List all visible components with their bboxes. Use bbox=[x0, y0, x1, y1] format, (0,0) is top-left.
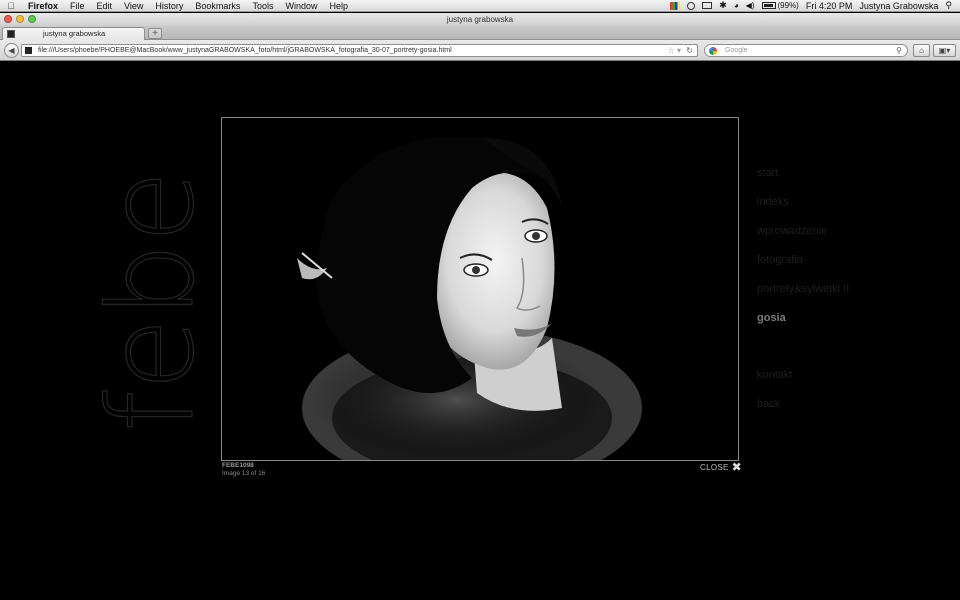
photo-caption: FEBE1098 Image 13 of 16 bbox=[222, 462, 265, 478]
bluetooth-icon[interactable]: ✱ bbox=[719, 0, 727, 11]
battery-status[interactable]: (99%) bbox=[761, 1, 799, 10]
image-counter: Image 13 of 16 bbox=[222, 470, 266, 477]
nav-portrety-sylwetki[interactable]: portrety&sylwetki II bbox=[757, 280, 849, 309]
close-icon: ✖ bbox=[731, 460, 742, 474]
url-bar[interactable]: file:///Users/phoebe/PHOEBE@MacBook/www_… bbox=[21, 44, 698, 57]
window-title: justyna grabowska bbox=[446, 15, 514, 24]
search-icon[interactable]: ⚲ bbox=[896, 45, 902, 56]
menu-view[interactable]: View bbox=[118, 0, 149, 12]
reload-icon[interactable]: ↻ bbox=[686, 45, 693, 56]
menu-edit[interactable]: Edit bbox=[91, 0, 119, 12]
febe-logo-text: febe bbox=[82, 172, 220, 432]
menu-help[interactable]: Help bbox=[323, 0, 354, 12]
lightbox-photo[interactable] bbox=[221, 117, 739, 461]
toolbar-menu-button[interactable]: ▣▾ bbox=[933, 44, 956, 57]
nav-start[interactable]: start bbox=[757, 164, 849, 193]
apple-menu-icon[interactable]:  bbox=[0, 1, 22, 11]
battery-icon bbox=[761, 2, 776, 9]
menu-file[interactable]: File bbox=[64, 0, 91, 12]
google-engine-icon[interactable] bbox=[709, 47, 717, 55]
menu-app-name[interactable]: Firefox bbox=[22, 0, 64, 12]
wifi-icon[interactable]: ◕ bbox=[734, 1, 739, 10]
volume-icon[interactable]: ◀) bbox=[746, 1, 755, 10]
web-page: febe FEBE1098 Image 13 of 16 CLOSE ✖ sta… bbox=[0, 62, 960, 600]
nav-back[interactable]: back bbox=[757, 395, 849, 424]
favicon-icon bbox=[7, 30, 15, 38]
window-close-icon[interactable] bbox=[4, 15, 12, 23]
menu-history[interactable]: History bbox=[149, 0, 189, 12]
navigation-toolbar: ◀ file:///Users/phoebe/PHOEBE@MacBook/ww… bbox=[0, 40, 960, 61]
site-navigation: start indeks wprowadzenie fotografia por… bbox=[757, 164, 849, 424]
site-identity-icon[interactable] bbox=[25, 47, 32, 54]
new-tab-button[interactable]: + bbox=[148, 28, 162, 39]
spotlight-icon[interactable]: ⚲ bbox=[945, 0, 952, 11]
tab-active[interactable]: justyna grabowska bbox=[2, 27, 145, 40]
tab-label: justyna grabowska bbox=[43, 29, 106, 38]
color-picker-icon[interactable] bbox=[670, 1, 681, 10]
menubar-status-area: ✱ ◕ ◀) (99%) Fri 4:20 PM Justyna Grabows… bbox=[670, 0, 960, 11]
portrait-photo bbox=[222, 118, 738, 460]
search-bar[interactable]: Google ⚲ bbox=[704, 44, 908, 57]
nav-gosia-active[interactable]: gosia bbox=[757, 309, 849, 338]
febe-logo: febe bbox=[81, 172, 220, 432]
window-controls bbox=[4, 15, 36, 23]
menu-bookmarks[interactable]: Bookmarks bbox=[189, 0, 246, 12]
macos-menubar:  Firefox File Edit View History Bookmar… bbox=[0, 0, 960, 12]
back-button[interactable]: ◀ bbox=[4, 43, 19, 58]
time-machine-icon[interactable] bbox=[687, 1, 696, 10]
menu-window[interactable]: Window bbox=[279, 0, 323, 12]
battery-percent: (99%) bbox=[777, 1, 799, 10]
photo-code: FEBE1098 bbox=[222, 462, 254, 469]
nav-wprowadzenie[interactable]: wprowadzenie bbox=[757, 222, 849, 251]
menubar-clock[interactable]: Fri 4:20 PM bbox=[806, 1, 853, 11]
lightbox-close-button[interactable]: CLOSE ✖ bbox=[700, 460, 742, 474]
display-icon[interactable] bbox=[702, 2, 713, 9]
search-placeholder: Google bbox=[725, 47, 748, 54]
window-titlebar: justyna grabowska bbox=[0, 13, 960, 26]
bookmark-star-icon[interactable]: ☆ ▾ bbox=[668, 45, 681, 56]
nav-fotografia[interactable]: fotografia bbox=[757, 251, 849, 280]
nav-indeks[interactable]: indeks bbox=[757, 193, 849, 222]
close-label: CLOSE bbox=[700, 462, 729, 472]
nav-kontakt[interactable]: kontakt bbox=[757, 366, 849, 395]
tab-bar: justyna grabowska + bbox=[0, 26, 960, 40]
url-text: file:///Users/phoebe/PHOEBE@MacBook/www_… bbox=[38, 47, 452, 54]
home-button[interactable]: ⌂ bbox=[913, 44, 930, 57]
window-zoom-icon[interactable] bbox=[28, 15, 36, 23]
menu-tools[interactable]: Tools bbox=[246, 0, 279, 12]
menubar-user[interactable]: Justyna Grabowska bbox=[859, 1, 938, 11]
window-minimize-icon[interactable] bbox=[16, 15, 24, 23]
